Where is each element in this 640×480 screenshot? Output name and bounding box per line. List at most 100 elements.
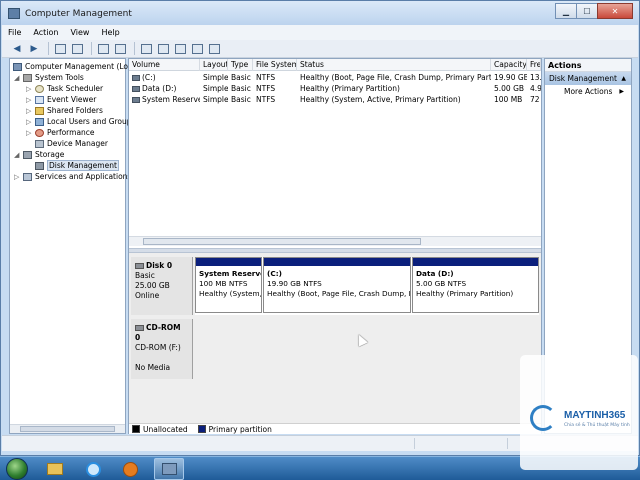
column-header-volume[interactable]: Volume (129, 59, 200, 71)
actions-section-disk-management[interactable]: Disk Management ▲ (545, 72, 631, 85)
help-icon[interactable] (96, 42, 110, 55)
show-hide-tree-icon[interactable] (70, 42, 84, 55)
expand-arrow-icon[interactable]: ▷ (26, 118, 35, 126)
disk-management-pane: Volume Layout Type File System Status Ca… (128, 58, 542, 434)
tree-item-system-tools[interactable]: ◢ System Tools (14, 72, 84, 83)
partition-status: Healthy (Primary Partition) (416, 289, 514, 298)
volume-name: System Reserved (142, 95, 200, 104)
more-actions-item[interactable]: More Actions ▶ (545, 85, 631, 99)
cell-capacity: 100 MB (494, 95, 523, 104)
volume-icon (132, 86, 140, 92)
tree-item-shared-folders[interactable]: ▷ Shared Folders (26, 105, 103, 116)
unallocated-swatch (132, 425, 140, 433)
maximize-button[interactable]: ☐ (576, 3, 598, 19)
partition-size: 5.00 GB NTFS (416, 279, 467, 288)
globe-logo-icon (530, 405, 556, 431)
minimize-button[interactable]: ▁ (555, 3, 577, 19)
start-button[interactable] (6, 458, 28, 480)
search-icon[interactable] (190, 42, 204, 55)
cell-type: Basic (231, 95, 251, 104)
watermark-subtitle: Chia sẻ & Thủ thuật Máy tính (564, 423, 630, 428)
legend-unallocated: Unallocated (143, 424, 188, 434)
menu-help[interactable]: Help (101, 28, 119, 37)
tree-item-local-users[interactable]: ▷ Local Users and Group (26, 116, 132, 127)
graphical-disk-view: Disk 0 Basic 25.00 GB Online System Rese… (129, 253, 541, 423)
tree-item-computer-management[interactable]: Computer Management (Local (13, 61, 139, 72)
settings-icon[interactable] (207, 42, 221, 55)
expand-arrow-icon[interactable]: ▷ (26, 96, 35, 104)
table-row[interactable]: System Reserved Simple Basic NTFS Health… (129, 94, 541, 105)
partition-name: Data (D:) (416, 269, 454, 278)
tree-item-storage[interactable]: ◢ Storage (14, 149, 64, 160)
cdrom-0-area (195, 319, 539, 379)
expand-arrow-icon[interactable]: ▷ (26, 107, 35, 115)
tree-item-task-scheduler[interactable]: ▷ Task Scheduler (26, 83, 103, 94)
partition-d[interactable]: Data (D:) 5.00 GB NTFS Healthy (Primary … (412, 257, 539, 313)
cell-file-system: NTFS (256, 95, 276, 104)
collapse-arrow-icon[interactable]: ◢ (14, 74, 23, 82)
more-actions-label: More Actions (564, 87, 613, 96)
taskbar-computer-management-button[interactable] (154, 458, 184, 480)
table-row[interactable]: (C:) Simple Basic NTFS Healthy (Boot, Pa… (129, 72, 541, 83)
tree-item-event-viewer[interactable]: ▷ Event Viewer (26, 94, 96, 105)
toolbar: ◀ ▶ (2, 40, 638, 58)
disk-0-partitions: System Reserved 100 MB NTFS Healthy (Sys… (195, 257, 539, 315)
up-folder-icon[interactable] (53, 42, 67, 55)
expand-arrow-icon[interactable]: ▷ (26, 129, 35, 137)
console-tree: Computer Management (Local ◢ System Tool… (9, 58, 139, 434)
column-header-layout[interactable]: Layout (200, 59, 228, 71)
tree-item-device-manager[interactable]: Device Manager (35, 138, 108, 149)
performance-icon (35, 128, 44, 137)
properties-icon[interactable] (113, 42, 127, 55)
expand-arrow-icon[interactable]: ▷ (14, 173, 23, 181)
column-header-type[interactable]: Type (228, 59, 253, 71)
taskbar-media-player-button[interactable] (115, 458, 145, 480)
tree-item-services-applications[interactable]: ▷ Services and Applications (14, 171, 131, 182)
disk-0-label[interactable]: Disk 0 Basic 25.00 GB Online (131, 257, 193, 315)
column-header-status[interactable]: Status (297, 59, 491, 71)
scrollbar-thumb[interactable] (20, 426, 115, 432)
primary-partition-swatch (197, 425, 206, 433)
menu-action[interactable]: Action (33, 28, 58, 37)
menu-view[interactable]: View (70, 28, 89, 37)
computer-management-icon (161, 463, 177, 475)
open-folder-icon[interactable] (173, 42, 187, 55)
status-bar-separator (414, 438, 415, 449)
expand-arrow-icon[interactable]: ▷ (26, 85, 35, 93)
partition-legend: Unallocated Primary partition (129, 423, 541, 434)
collapse-arrow-icon[interactable]: ◢ (14, 151, 23, 159)
collapse-up-icon[interactable]: ▲ (621, 72, 626, 85)
back-arrow-icon[interactable]: ◀ (10, 42, 24, 55)
disk-icon[interactable] (156, 42, 170, 55)
toolbar-separator (91, 42, 92, 55)
tools-icon (23, 73, 32, 82)
tree-horizontal-scrollbar[interactable] (10, 424, 125, 433)
partition-system-reserved[interactable]: System Reserved 100 MB NTFS Healthy (Sys… (195, 257, 262, 313)
window-controls: ▁ ☐ ✕ (555, 3, 633, 19)
cell-type: Basic (231, 84, 251, 93)
menu-file[interactable]: File (8, 28, 21, 37)
column-header-file-system[interactable]: File System (253, 59, 297, 71)
taskbar-explorer-button[interactable] (40, 458, 70, 480)
table-row[interactable]: Data (D:) Simple Basic NTFS Healthy (Pri… (129, 83, 541, 94)
column-header-capacity[interactable]: Capacity (491, 59, 527, 71)
scrollbar-thumb[interactable] (143, 238, 421, 245)
close-button[interactable]: ✕ (597, 3, 633, 19)
disk-type: Basic (135, 271, 155, 280)
cdrom-0-label[interactable]: CD-ROM 0 CD-ROM (F:) No Media (131, 319, 193, 379)
column-header-free[interactable]: Fre (527, 59, 541, 71)
cell-layout: Simple (203, 95, 228, 104)
media-player-icon (122, 461, 138, 477)
users-icon (35, 117, 44, 126)
partition-bar (413, 258, 538, 266)
forward-arrow-icon[interactable]: ▶ (27, 42, 41, 55)
tree-item-disk-management[interactable]: Disk Management (35, 160, 119, 171)
legend-primary-partition: Primary partition (208, 424, 272, 434)
partition-c[interactable]: (C:) 19.90 GB NTFS Healthy (Boot, Page F… (263, 257, 411, 313)
taskbar-ie-button[interactable] (78, 458, 108, 480)
volume-list-horizontal-scrollbar[interactable] (129, 236, 541, 246)
title-bar[interactable]: Computer Management ▁ ☐ ✕ (1, 1, 639, 25)
tree-item-performance[interactable]: ▷ Performance (26, 127, 95, 138)
check-icon[interactable] (139, 42, 153, 55)
disk-icon (35, 161, 44, 170)
